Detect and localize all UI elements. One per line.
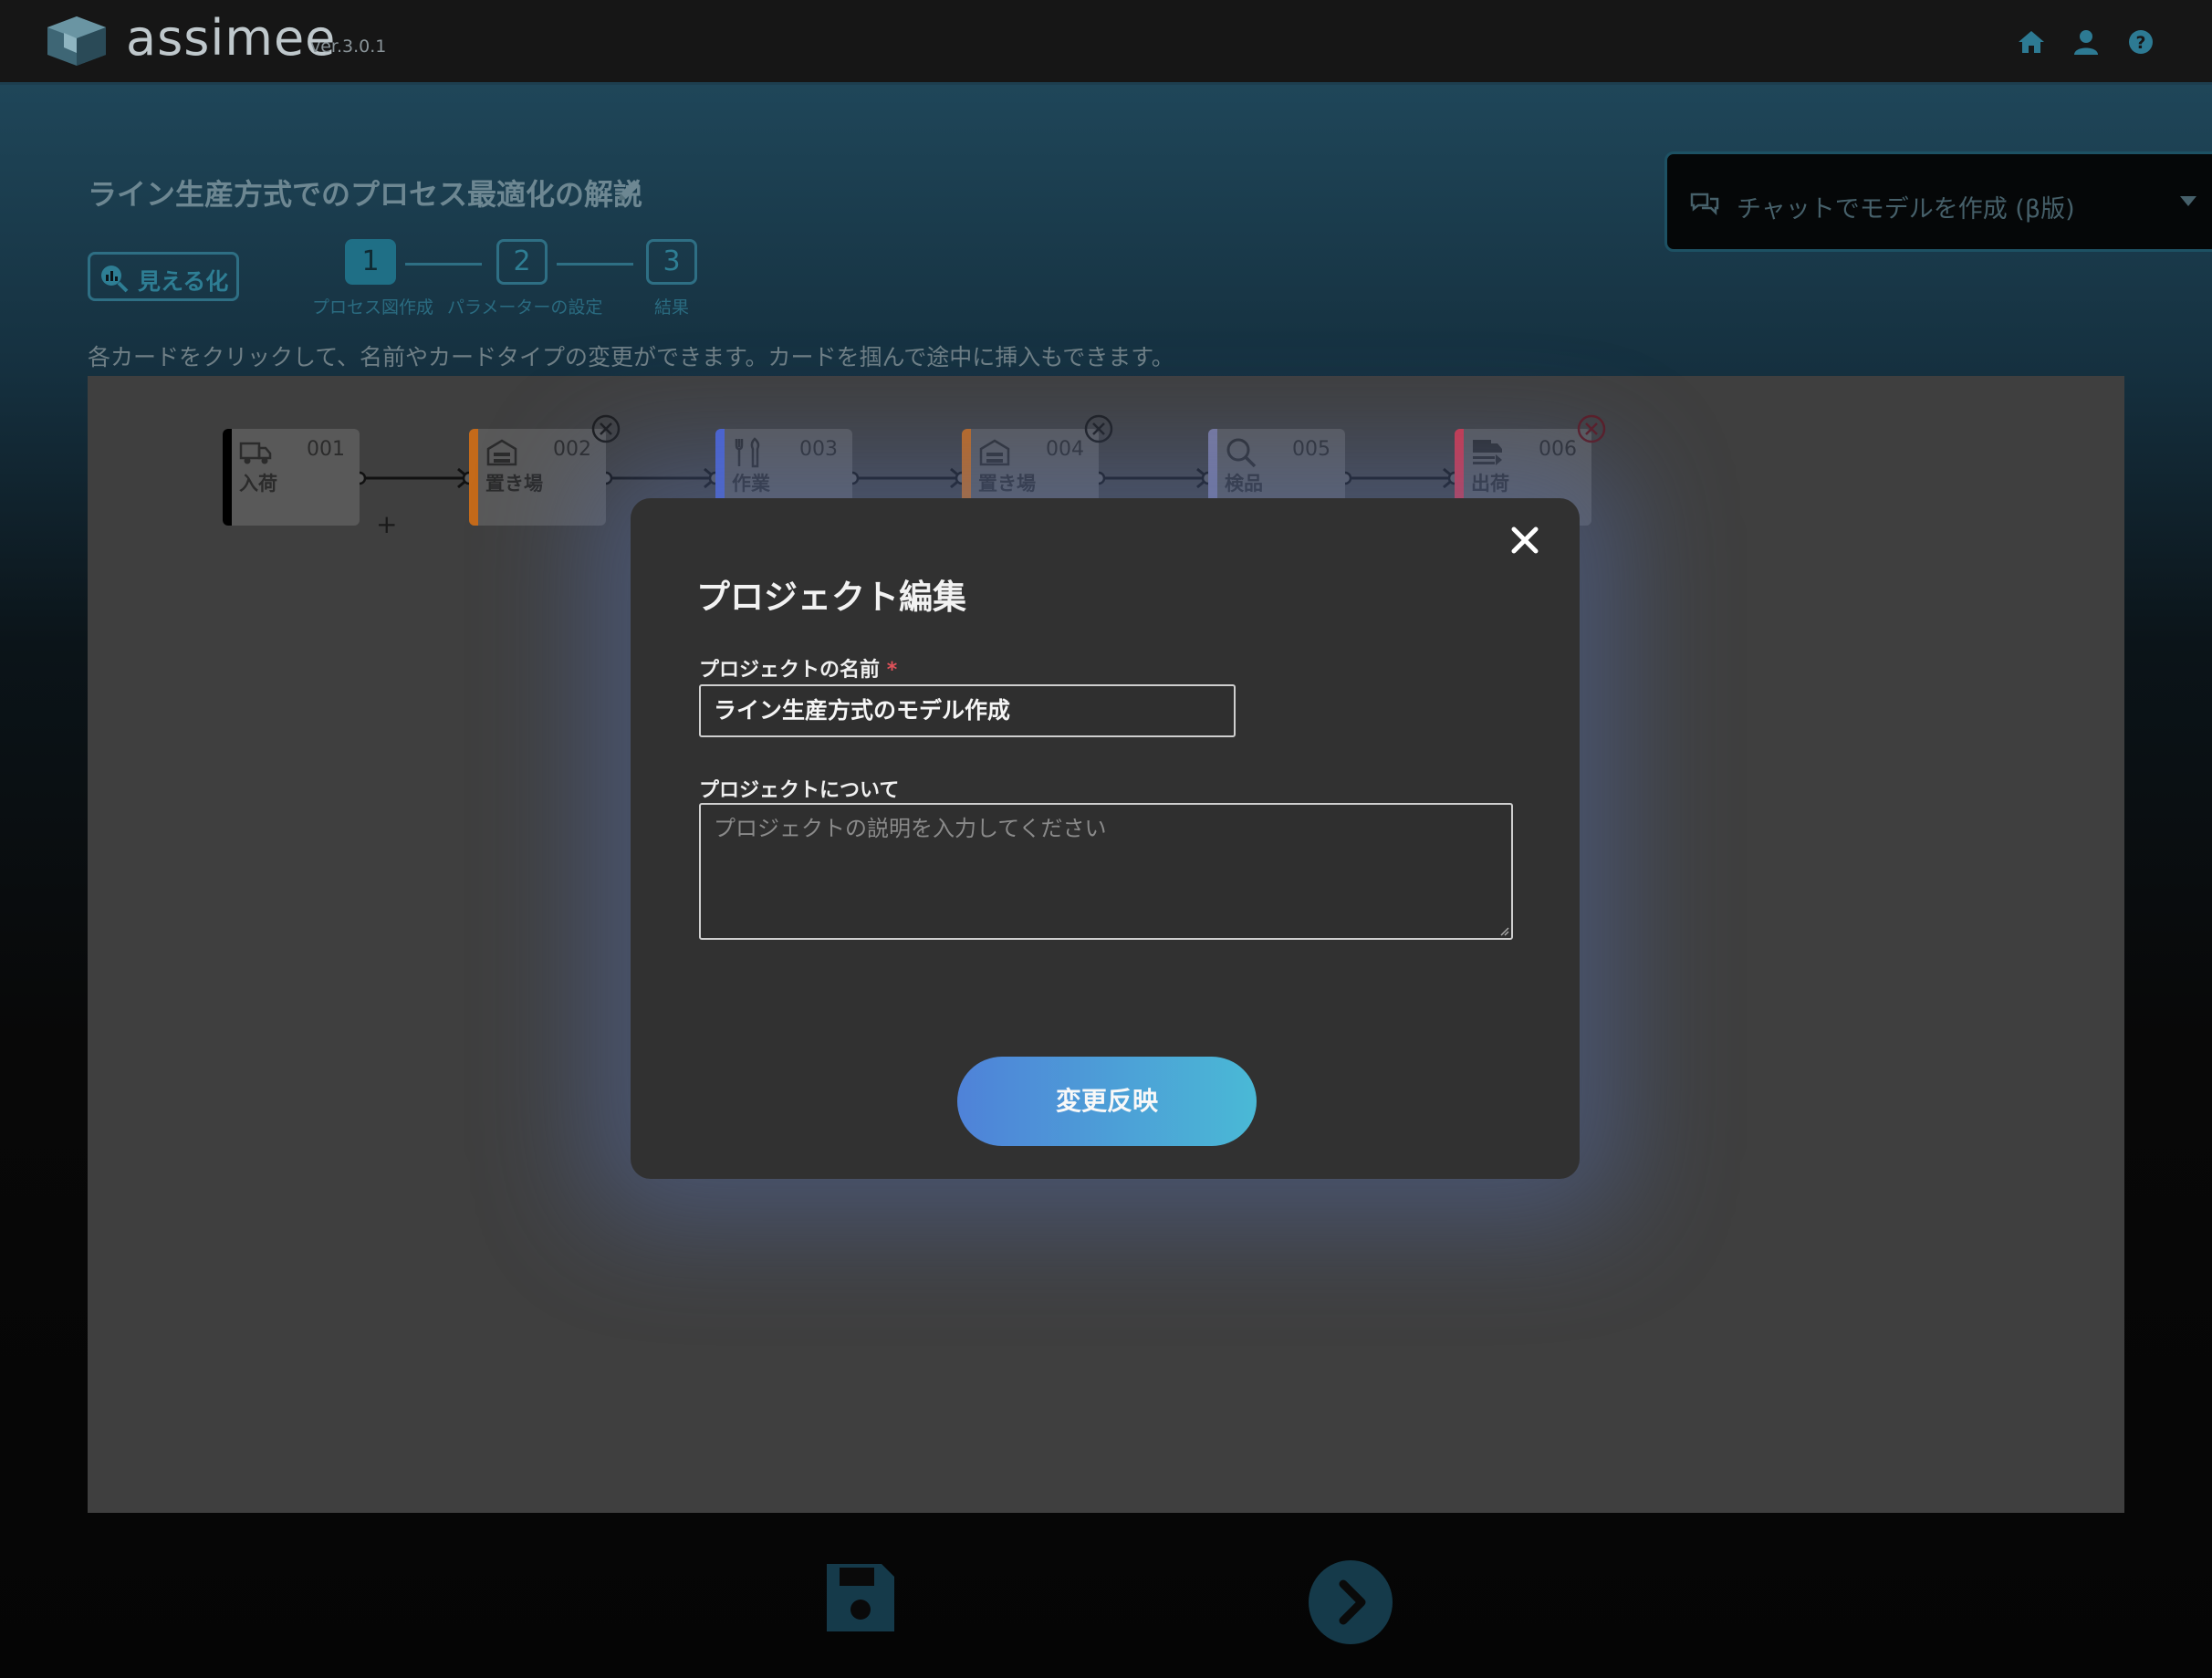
project-name-label-text: プロジェクトの名前 (699, 659, 881, 682)
top-bar: assimee ver.3.0.1 ? (0, 0, 2212, 85)
project-about-label: プロジェクトについて (699, 779, 900, 802)
instruction-text: 各カードをクリックして、名前やカードタイプの変更ができます。カードを掴んで途中に… (88, 344, 1174, 370)
chat-bubbles-icon (1690, 193, 1719, 216)
version-label: ver.3.0.1 (310, 36, 387, 57)
magnifier-icon (1226, 438, 1257, 468)
close-icon[interactable] (1507, 522, 1543, 558)
tools-icon (735, 437, 760, 468)
card-type-bar (223, 429, 232, 526)
process-card-002[interactable]: 002 置き場 (469, 429, 606, 526)
textarea-placeholder: プロジェクトの説明を入力してください (714, 816, 1107, 841)
warehouse-icon (979, 439, 1010, 466)
save-icon[interactable] (821, 1558, 900, 1637)
user-icon[interactable] (2071, 27, 2101, 57)
home-icon[interactable] (2017, 27, 2046, 57)
project-description-textarea[interactable]: プロジェクトの説明を入力してください (699, 803, 1513, 940)
pencil-icon[interactable] (613, 175, 644, 206)
brand-name: assimee (126, 9, 337, 67)
step-connector (557, 263, 633, 266)
step-connector (405, 263, 482, 266)
assimee-logo (47, 16, 106, 66)
process-card-001[interactable]: 001 入荷 (223, 429, 360, 526)
card-id: 004 (1046, 438, 1084, 461)
step-2[interactable]: 2 (496, 239, 548, 285)
delete-card-icon[interactable] (1577, 414, 1606, 443)
resize-grip-icon[interactable] (1498, 925, 1509, 936)
card-label: 検品 (1225, 473, 1263, 495)
card-id: 005 (1292, 438, 1330, 461)
add-card-icon[interactable]: + (376, 509, 397, 539)
help-icon[interactable]: ? (2126, 27, 2155, 57)
warehouse-icon (486, 439, 517, 466)
card-id: 002 (553, 438, 591, 461)
card-label: 置き場 (485, 473, 543, 495)
required-mark: * (886, 659, 898, 682)
delete-card-icon[interactable] (1084, 414, 1113, 443)
visualize-button[interactable]: 見える化 (88, 252, 239, 301)
project-title: ライン生産方式でのプロセス最適化の解説 (88, 177, 643, 212)
visualize-button-label: 見える化 (138, 268, 229, 295)
step-1-label: プロセス図作成 (312, 297, 434, 318)
step-1[interactable]: 1 (345, 239, 396, 285)
project-name-label: プロジェクトの名前 * (699, 653, 897, 683)
card-id: 001 (307, 438, 345, 461)
chat-model-dropdown[interactable]: チャットでモデルを作成 (β版) (1664, 151, 2212, 252)
apply-changes-button[interactable]: 変更反映 (957, 1057, 1257, 1146)
modal-title: プロジェクト編集 (696, 578, 966, 617)
card-type-bar (469, 429, 478, 526)
card-label: 入荷 (239, 473, 277, 495)
card-id: 003 (799, 438, 838, 461)
shipping-icon (1473, 440, 1502, 465)
card-label: 置き場 (978, 473, 1036, 495)
analytics-search-icon (101, 266, 129, 293)
card-label: 出荷 (1471, 473, 1509, 495)
chat-dropdown-label: チャットでモデルを作成 (β版) (1737, 195, 2075, 224)
chevron-down-icon (2180, 196, 2196, 206)
next-step-icon[interactable] (1307, 1558, 1394, 1646)
step-3[interactable]: 3 (646, 239, 697, 285)
project-edit-modal: プロジェクト編集 プロジェクトの名前 * ライン生産方式のモデル作成 プロジェク… (631, 498, 1580, 1179)
card-label: 作業 (732, 473, 770, 495)
step-3-label: 結果 (654, 297, 690, 318)
truck-icon (239, 442, 272, 464)
card-id: 006 (1539, 438, 1577, 461)
delete-card-icon[interactable] (591, 414, 621, 443)
svg-text:?: ? (2135, 33, 2145, 53)
step-2-label: パラメーターの設定 (447, 297, 603, 318)
project-name-input[interactable]: ライン生産方式のモデル作成 (699, 684, 1236, 737)
